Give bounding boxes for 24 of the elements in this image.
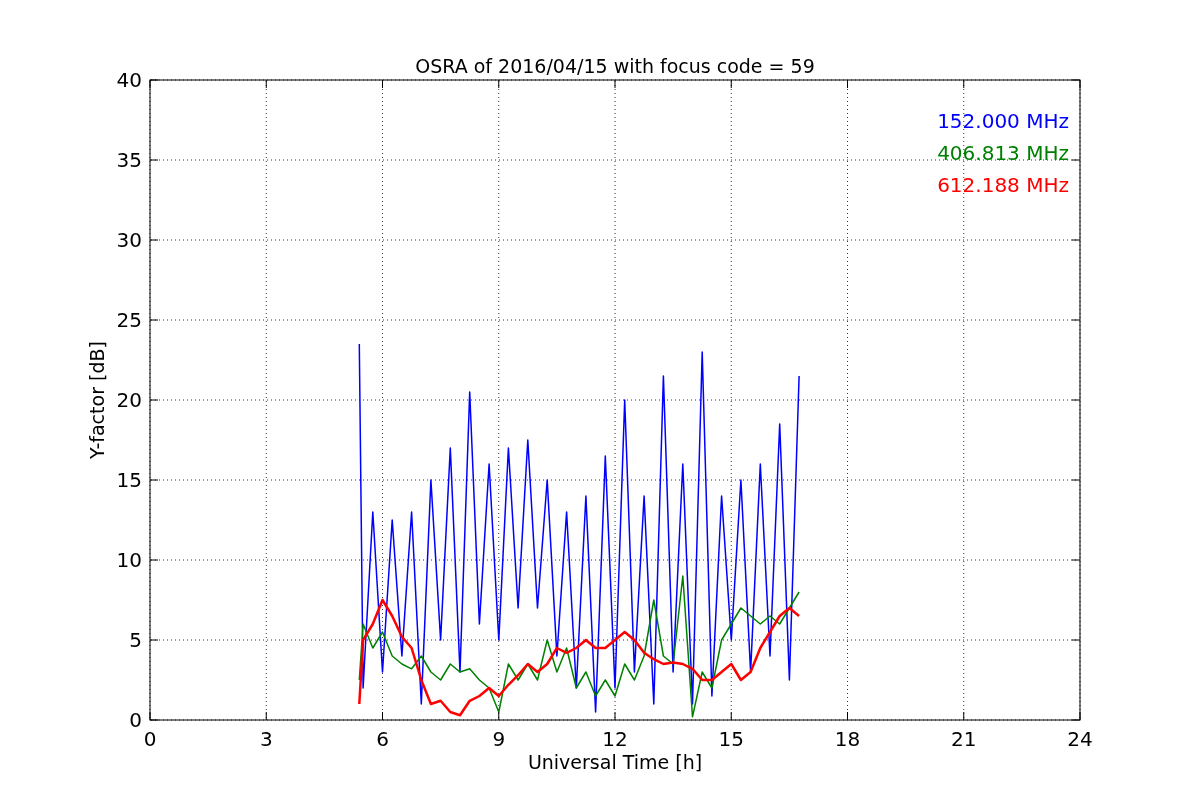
tick-label: 20 xyxy=(116,388,142,412)
tick-label: 3 xyxy=(259,727,273,751)
legend-label: 152.000 MHz xyxy=(937,109,1069,133)
legend-label: 612.188 MHz xyxy=(937,173,1069,197)
tick-label: 30 xyxy=(116,228,142,252)
tick-label: 25 xyxy=(116,308,142,332)
tick-label: 0 xyxy=(129,708,142,732)
tick-label: 6 xyxy=(376,727,389,751)
tick-label: 24 xyxy=(1067,727,1093,751)
chart-title: OSRA of 2016/04/15 with focus code = 59 xyxy=(415,55,815,77)
tick-label: 15 xyxy=(718,727,744,751)
tick-label: 40 xyxy=(116,68,142,92)
tick-label: 21 xyxy=(951,727,977,751)
tick-label: 15 xyxy=(116,468,142,492)
tick-label: 0 xyxy=(143,727,157,751)
tick-label: 10 xyxy=(116,548,142,572)
tick-label: 12 xyxy=(602,727,628,751)
axis-title: Y-factor [dB] xyxy=(86,341,108,459)
tick-label: 35 xyxy=(116,148,142,172)
tick-label: 18 xyxy=(834,727,861,751)
legend-label: 406.813 MHz xyxy=(937,141,1069,165)
tick-label: 5 xyxy=(129,628,142,652)
tick-label: 9 xyxy=(492,727,506,751)
axis-title: Universal Time [h] xyxy=(527,751,703,773)
